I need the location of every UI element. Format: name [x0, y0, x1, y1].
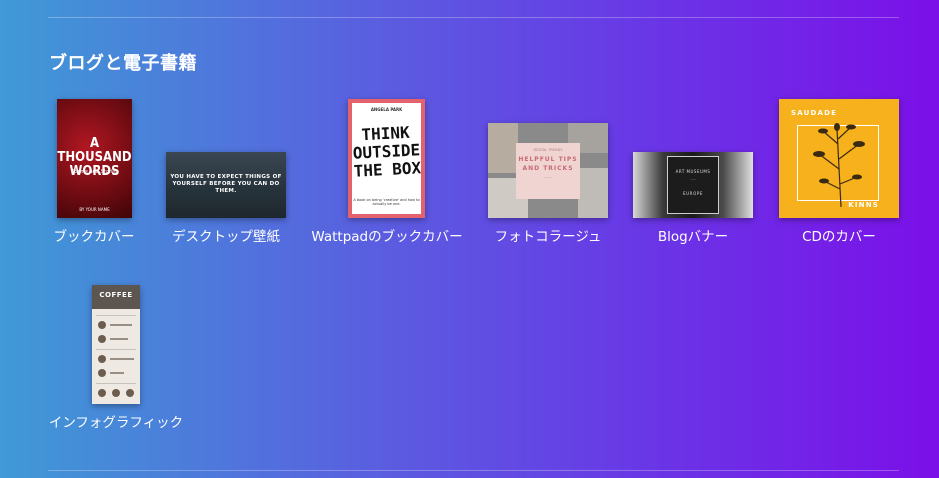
infographic-bar — [110, 324, 132, 326]
infographic-divider — [96, 349, 136, 350]
section-divider-bottom — [48, 470, 899, 471]
coffee-cup-icon — [126, 389, 134, 397]
infographic-bar — [110, 372, 124, 374]
section-divider-top — [48, 17, 899, 18]
infographic-divider — [96, 315, 136, 316]
section-title: ブログと電子書籍 — [49, 53, 197, 74]
coffee-cup-icon — [112, 389, 120, 397]
template-card-cd-cover[interactable]: SAUDADE KINNS CDのカバー — [0, 99, 920, 249]
cd-cover-thumbnail[interactable]: SAUDADE KINNS — [779, 99, 899, 218]
template-card-infographic[interactable]: COFFEE インフォグラフィック — [0, 285, 200, 435]
template-label[interactable]: CDのカバー — [802, 225, 876, 245]
coffee-cup-icon — [98, 321, 106, 329]
infographic-title: COFFEE — [99, 291, 133, 299]
coffee-cup-icon — [98, 369, 106, 377]
infographic-divider — [96, 383, 136, 384]
coffee-cup-icon — [98, 389, 106, 397]
infographic-thumbnail[interactable]: COFFEE — [92, 285, 140, 404]
cd-cover-artist: KINNS — [848, 201, 879, 209]
coffee-cup-icon — [98, 355, 106, 363]
infographic-bar — [110, 358, 134, 360]
cd-cover-title: SAUDADE — [791, 109, 838, 117]
infographic-bar — [110, 338, 128, 340]
template-label[interactable]: インフォグラフィック — [49, 411, 183, 431]
coffee-cup-icon — [98, 335, 106, 343]
